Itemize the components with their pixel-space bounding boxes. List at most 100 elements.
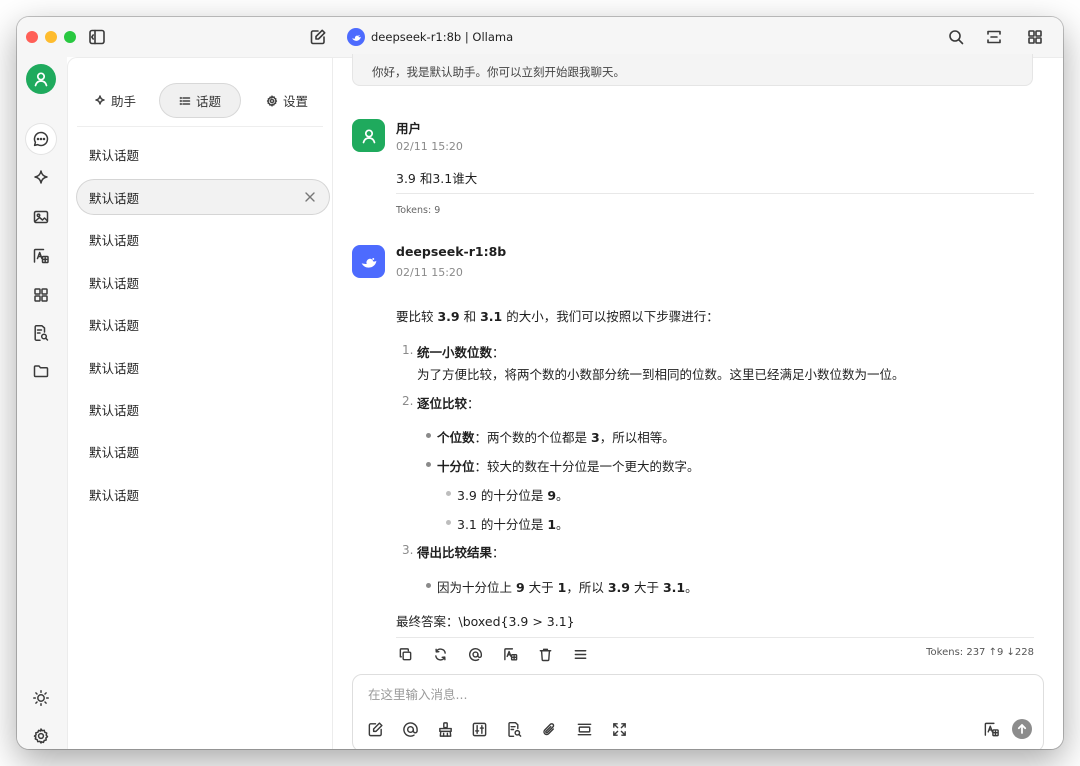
- bold-run: 个位数: [437, 430, 475, 445]
- text-run: ：: [492, 545, 505, 560]
- topic-label: 默认话题: [89, 402, 140, 418]
- topic-item[interactable]: 默认话题: [77, 392, 329, 426]
- window-close-button[interactable]: [26, 31, 38, 43]
- delete-icon[interactable]: [534, 643, 556, 665]
- menu-icon[interactable]: [569, 643, 591, 665]
- expand-icon[interactable]: [983, 26, 1005, 48]
- topic-item-active[interactable]: 默认话题: [77, 180, 329, 214]
- topic-item[interactable]: 默认话题: [77, 477, 329, 511]
- icon-rail: [17, 57, 67, 749]
- chat-icon[interactable]: [26, 124, 56, 154]
- app-window: deepseek-r1:8b | Ollama 助手 话题 设置 默认话题 默认…: [17, 17, 1063, 749]
- translate-icon[interactable]: [980, 718, 1002, 740]
- sidebar-toggle-icon[interactable]: [86, 26, 108, 48]
- search-icon[interactable]: [945, 26, 967, 48]
- topic-item[interactable]: 默认话题: [77, 434, 329, 468]
- message-input[interactable]: [368, 687, 1028, 702]
- topic-item[interactable]: 默认话题: [77, 265, 329, 299]
- tab-assistant[interactable]: 助手: [77, 84, 153, 117]
- grid-icon[interactable]: [1024, 26, 1046, 48]
- list-number: 1.: [402, 343, 414, 357]
- bold-run: 3.9: [607, 580, 630, 595]
- sub-bullet-39: 3.9 的十分位是 9。: [457, 485, 569, 504]
- apps-icon[interactable]: [26, 280, 56, 310]
- topic-label: 默认话题: [89, 147, 140, 163]
- expand-row-icon[interactable]: [573, 718, 595, 740]
- bold-run: 1: [547, 517, 557, 532]
- bullet: [426, 433, 431, 438]
- window-maximize-button[interactable]: [64, 31, 76, 43]
- edit-icon[interactable]: [364, 718, 386, 740]
- text-run: 要比较: [396, 309, 438, 324]
- topic-label: 默认话题: [89, 232, 140, 248]
- doc-search-icon[interactable]: [26, 318, 56, 348]
- bold-run: 3.1: [662, 580, 686, 595]
- sub-bullet: [446, 520, 451, 525]
- topic-label: 默认话题: [89, 487, 140, 503]
- list-number: 2.: [402, 394, 414, 408]
- text-run: 3.1 的十分位是: [457, 517, 548, 532]
- message-divider: [396, 637, 1034, 638]
- bullet: [426, 462, 431, 467]
- bold-run: 9: [547, 488, 557, 503]
- text-run: 大于: [524, 580, 558, 595]
- text-run: 3.9 的十分位是: [457, 488, 548, 503]
- settings-sliders-icon[interactable]: [468, 718, 490, 740]
- topic-item[interactable]: 默认话题: [77, 350, 329, 384]
- topic-label: 默认话题: [89, 444, 140, 460]
- message-composer: [352, 674, 1044, 749]
- text-run: ：: [492, 345, 505, 360]
- message-actions: Tokens: 237 ↑9 ↓228: [396, 643, 1034, 665]
- text-run: 的大小，我们可以按照以下步骤进行：: [502, 309, 719, 324]
- close-icon[interactable]: [304, 191, 316, 203]
- message-divider: [396, 193, 1034, 194]
- bold-run: 3.1: [480, 309, 503, 324]
- sparkle-icon[interactable]: [26, 163, 56, 193]
- send-icon[interactable]: [1012, 719, 1032, 739]
- bullet-conclusion: 因为十分位上 9 大于 1，所以 3.9 大于 3.1。: [437, 577, 698, 596]
- list-icon: [179, 96, 191, 105]
- model-tokens: Tokens: 237 ↑9 ↓228: [926, 647, 1034, 658]
- copy-icon[interactable]: [394, 643, 416, 665]
- topic-label: 默认话题: [89, 317, 140, 333]
- doc-search-icon[interactable]: [503, 718, 525, 740]
- text-run: 。: [556, 488, 569, 503]
- fullscreen-icon[interactable]: [608, 718, 630, 740]
- topic-item[interactable]: 默认话题: [77, 137, 329, 171]
- text-run: ，所以: [566, 580, 608, 595]
- sub-bullet: [446, 491, 451, 496]
- user-timestamp: 02/11 15:20: [396, 140, 463, 153]
- translate-icon[interactable]: [26, 241, 56, 271]
- clear-icon[interactable]: [434, 718, 456, 740]
- topic-item[interactable]: 默认话题: [77, 307, 329, 341]
- window-minimize-button[interactable]: [45, 31, 57, 43]
- gear-icon: [266, 94, 278, 107]
- image-icon[interactable]: [26, 202, 56, 232]
- text-run: 和: [459, 309, 481, 324]
- folder-icon[interactable]: [26, 356, 56, 386]
- new-chat-icon[interactable]: [307, 26, 329, 48]
- user-message-text: 3.9 和3.1谁大: [396, 171, 478, 186]
- step-3-title: 得出比较结果：: [417, 542, 505, 561]
- tab-settings[interactable]: 设置: [249, 84, 325, 117]
- chat-area: 你好，我是默认助手。你可以立刻开始跟我聊天。 用户 02/11 15:20 3.…: [333, 54, 1063, 749]
- step-1-title: 统一小数位数：: [417, 342, 505, 361]
- attach-icon[interactable]: [538, 718, 560, 740]
- topic-item[interactable]: 默认话题: [77, 222, 329, 256]
- tab-settings-label: 设置: [282, 94, 308, 109]
- text-run: 。: [556, 517, 569, 532]
- mention-icon[interactable]: [399, 718, 421, 740]
- sun-icon[interactable]: [26, 683, 56, 713]
- user-avatar[interactable]: [26, 64, 56, 94]
- tab-topics-label: 话题: [195, 94, 221, 109]
- translate-icon[interactable]: [499, 643, 521, 665]
- model-name: deepseek-r1:8b: [396, 244, 507, 259]
- mention-icon[interactable]: [464, 643, 486, 665]
- text-run: ：两个数的个位都是: [474, 430, 591, 445]
- gear-icon[interactable]: [26, 721, 56, 749]
- window-title: deepseek-r1:8b | Ollama: [371, 30, 514, 44]
- tab-topics[interactable]: 话题: [160, 84, 240, 117]
- bullet-tenths: 十分位：较大的数在十分位是一个更大的数字。: [437, 456, 700, 475]
- regenerate-icon[interactable]: [429, 643, 451, 665]
- title-bar: deepseek-r1:8b | Ollama: [17, 17, 1063, 57]
